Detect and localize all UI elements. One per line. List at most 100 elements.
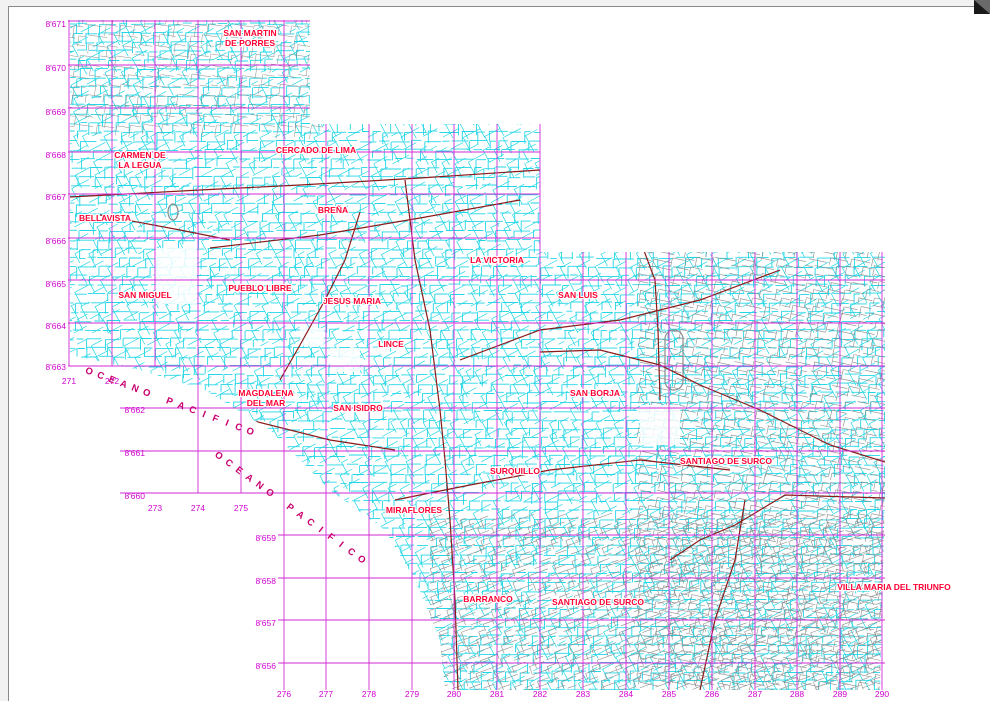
district-label-carmen-de-la-legua[interactable]: CARMEN DECARMEN DELA LEGUALA LEGUA: [113, 149, 167, 171]
ocean-letter: I: [201, 409, 208, 420]
ocean-letter: F: [325, 531, 337, 543]
coord-label: 280: [447, 689, 461, 699]
ocean-letter: I: [224, 418, 231, 429]
district-map[interactable]: 8'671 8'670 8'669 8'668 8'667 8'666 8'665 8'664…: [0, 0, 990, 700]
coord-label: 276: [277, 689, 291, 699]
district-label-san-martin-de-porres[interactable]: SAN MARTINSAN MARTINDE PORRESDE PORRES: [222, 27, 278, 49]
coord-label: 8'671: [45, 19, 66, 29]
district-name: SURQUILLO: [490, 466, 540, 476]
ocean-letter: N: [130, 382, 141, 395]
district-name: CERCADO DE LIMA: [276, 145, 356, 155]
district-label-santiago-de-surco-2[interactable]: SANTIAGO DE SURCOSANTIAGO DE SURCO: [551, 596, 646, 608]
coord-label: 275: [234, 503, 248, 513]
open-area: [330, 348, 360, 372]
district-label-cercado-de-lima[interactable]: CERCADO DE LIMACERCADO DE LIMA: [275, 144, 357, 156]
coord-label: 8'657: [255, 618, 276, 628]
ocean-letter: A: [243, 472, 255, 485]
district-label-lince[interactable]: LINCELINCE: [377, 338, 405, 350]
district-label-surquillo[interactable]: SURQUILLOSURQUILLO: [489, 465, 542, 477]
district-name: SAN LUIS: [558, 290, 598, 300]
coord-label: 8'669: [45, 107, 66, 117]
coord-label: 273: [148, 503, 162, 513]
open-area: [640, 405, 680, 445]
district-name: SAN ISIDRO: [333, 403, 383, 413]
district-label-bellavista[interactable]: BELLAVISTABELLAVISTA: [78, 212, 132, 224]
district-label-san-luis[interactable]: SAN LUISSAN LUIS: [557, 289, 599, 301]
district-label-pueblo-libre[interactable]: PUEBLO LIBREPUEBLO LIBRE: [227, 282, 293, 294]
district-name: CARMEN DE: [114, 150, 166, 160]
ocean-letter: C: [304, 516, 316, 529]
open-area: [300, 328, 324, 346]
district-label-san-miguel[interactable]: SAN MIGUELSAN MIGUEL: [117, 289, 173, 301]
ocean-letter: O: [263, 486, 276, 499]
coord-label: 287: [748, 689, 762, 699]
coord-label: 8'670: [45, 63, 66, 73]
district-label-san-isidro[interactable]: SAN ISIDROSAN ISIDRO: [332, 402, 384, 414]
coord-label: 290: [875, 689, 889, 699]
coord-label: 279: [405, 689, 419, 699]
coord-label: 277: [319, 689, 333, 699]
district-label-san-borja[interactable]: SAN BORJASAN BORJA: [569, 387, 621, 399]
coord-label: 8'666: [45, 236, 66, 246]
district-name: SAN MIGUEL: [118, 290, 171, 300]
district-name: BREÑA: [318, 205, 348, 215]
district-name: PUEBLO LIBRE: [228, 283, 292, 293]
coord-label: 8'664: [45, 321, 66, 331]
district-label-miraflores[interactable]: MIRAFLORESMIRAFLORES: [385, 504, 444, 516]
coord-label: 271: [62, 376, 76, 386]
district-name: DE PORRES: [225, 38, 275, 48]
district-name: BELLAVISTA: [79, 213, 131, 223]
ocean-letter: N: [253, 479, 265, 492]
district-label-santiago-de-surco-1[interactable]: SANTIAGO DE SURCOSANTIAGO DE SURCO: [679, 455, 774, 467]
coord-label: 285: [662, 689, 676, 699]
ocean-letter: O: [83, 365, 94, 378]
ocean-letter: O: [355, 553, 368, 566]
coord-label: 8'668: [45, 150, 66, 160]
coord-label: 278: [362, 689, 376, 699]
district-name: SANTIAGO DE SURCO: [680, 456, 772, 466]
district-name: LA LEGUA: [118, 160, 161, 170]
ocean-letter: F: [211, 413, 221, 425]
ocean-letter: P: [284, 502, 296, 515]
coord-label: 8'660: [124, 491, 145, 501]
ocean-letter: A: [294, 509, 306, 522]
ocean-letter: O: [141, 387, 152, 400]
district-name: MIRAFLORES: [386, 505, 443, 515]
district-label-la-victoria[interactable]: LA VICTORIALA VICTORIA: [469, 254, 525, 266]
district-name: DEL MAR: [247, 398, 286, 408]
coord-label: 281: [490, 689, 504, 699]
district-name: VILLA MARIA DEL TRIUNFO: [837, 582, 951, 592]
district-name: SANTIAGO DE SURCO: [552, 597, 644, 607]
ocean-letter: C: [187, 404, 198, 417]
coord-label: 288: [790, 689, 804, 699]
map-viewer: 8'671 8'670 8'669 8'668 8'667 8'666 8'665 8'664…: [0, 0, 990, 701]
coord-label: 8'667: [45, 192, 66, 202]
coord-label: 8'663: [45, 362, 66, 372]
ocean-letter: A: [176, 400, 187, 413]
ocean-letter: E: [233, 465, 245, 478]
district-name: LA VICTORIA: [470, 255, 524, 265]
coord-label: 282: [533, 689, 547, 699]
coord-label: 8'661: [124, 448, 145, 458]
district-label-barranco[interactable]: BARRANCOBARRANCO: [462, 593, 514, 605]
coord-label: 8'659: [255, 533, 276, 543]
coord-label: 8'658: [255, 576, 276, 586]
district-label-brena[interactable]: BREÑABREÑA: [317, 204, 349, 216]
coord-label: 8'656: [255, 661, 276, 671]
coord-label: 284: [619, 689, 633, 699]
ocean-letter: C: [233, 421, 244, 434]
district-name: BARRANCO: [463, 594, 513, 604]
avenue-line: [539, 169, 885, 206]
coord-label: 286: [705, 689, 719, 699]
district-label-villa-maria-del-triunfo[interactable]: VILLA MARIA DEL TRIUNFOVILLA MARIA DEL T…: [836, 581, 952, 593]
coord-label: 8'662: [124, 405, 145, 415]
district-name: SAN MARTIN: [223, 28, 276, 38]
ocean-letter: O: [244, 425, 255, 438]
district-name: JESUS MARIA: [323, 296, 381, 306]
ocean-letter: I: [337, 540, 346, 550]
district-label-jesus-maria[interactable]: JESUS MARIAJESUS MARIA: [322, 295, 382, 307]
district-name: MAGDALENA: [238, 388, 293, 398]
ocean-letter: P: [164, 395, 175, 408]
coord-label: 274: [191, 503, 205, 513]
ocean-letter: C: [345, 546, 357, 559]
